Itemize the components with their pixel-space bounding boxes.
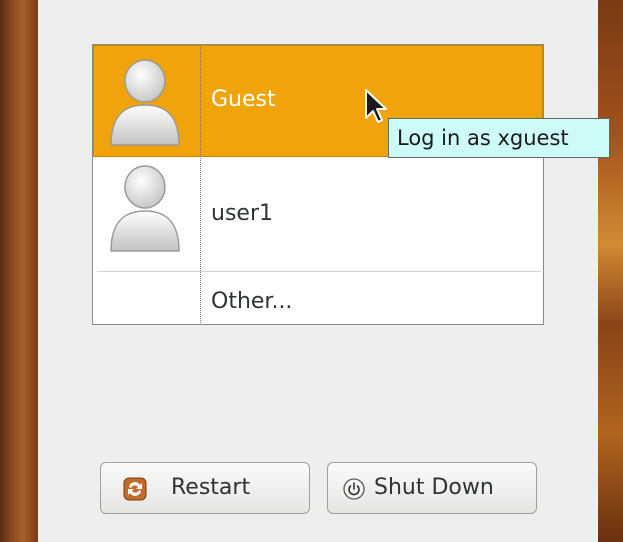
column-divider [200, 47, 201, 323]
power-icon [343, 478, 365, 500]
user-row-other[interactable] [93, 271, 543, 324]
user-label-user1: user1 [211, 201, 273, 226]
shutdown-label: Shut Down [374, 475, 494, 500]
restart-icon [123, 477, 147, 501]
user1-avatar-icon [110, 165, 180, 252]
guest-avatar-icon [110, 59, 180, 146]
tooltip: Log in as xguest [388, 118, 610, 158]
restart-button[interactable]: Restart [100, 462, 310, 514]
mouse-cursor-icon [365, 89, 387, 123]
desktop-background-right [598, 0, 623, 542]
user-list: Guest user1 Other... [92, 44, 544, 325]
restart-label: Restart [171, 475, 251, 500]
user-label-other: Other... [211, 289, 293, 314]
shutdown-button[interactable]: Shut Down [327, 462, 537, 514]
desktop-background-left [0, 0, 38, 542]
user-label-guest: Guest [211, 87, 276, 112]
